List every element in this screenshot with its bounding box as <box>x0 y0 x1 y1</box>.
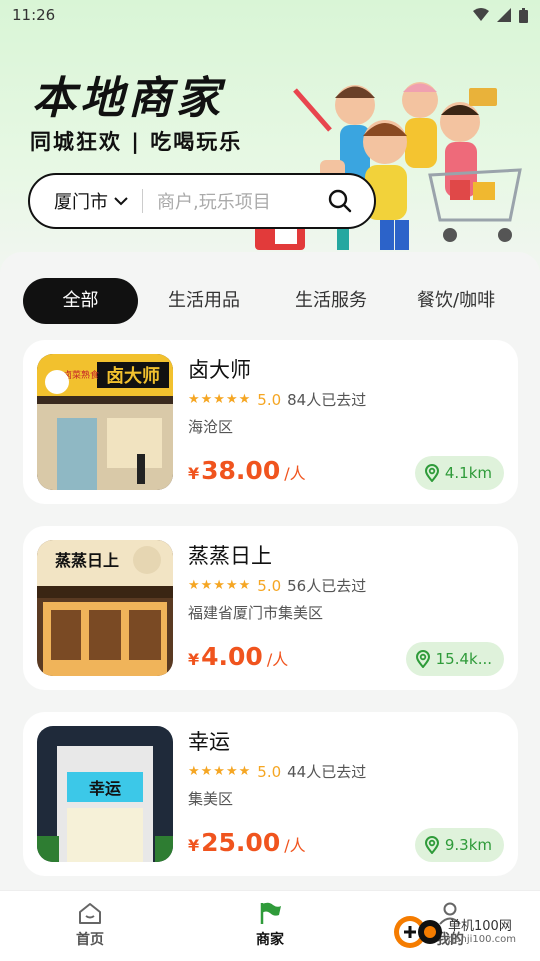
nav-home-label: 首页 <box>76 932 104 948</box>
chevron-down-icon <box>114 197 128 206</box>
rating-score: 5.0 <box>257 762 282 781</box>
home-icon <box>79 903 101 924</box>
watermark-logo-icon <box>394 916 442 948</box>
page-subtitle: 同城狂欢 | 吃喝玩乐 <box>30 130 243 154</box>
search-input[interactable]: 商户,玩乐项目 <box>157 188 328 214</box>
rating-row: ★★★★★ 5.0 56人已去过 <box>188 575 366 596</box>
merchant-price: ¥ 25.00 /人 <box>188 828 306 857</box>
nav-home[interactable]: 首页 <box>50 901 130 949</box>
battery-icon <box>519 7 528 23</box>
rating-row: ★★★★★ 5.0 84人已去过 <box>188 389 366 410</box>
tab-all[interactable]: 全部 <box>23 278 138 324</box>
page-title: 本地商家 <box>32 73 224 124</box>
location-pin-icon <box>424 464 439 482</box>
status-icons <box>473 7 528 23</box>
rating-row: ★★★★★ 5.0 44人已去过 <box>188 761 366 782</box>
star-rating-icon: ★★★★★ <box>188 392 252 407</box>
tab-life-services[interactable]: 生活服务 <box>295 278 367 324</box>
rating-score: 5.0 <box>257 390 282 409</box>
merchant-thumbnail: 卤大师 卤菜熟食 <box>37 354 173 490</box>
nav-merchants-label: 商家 <box>256 932 284 948</box>
merchant-thumbnail: 幸运 <box>37 726 173 862</box>
distance-text: 9.3km <box>444 836 492 854</box>
watermark-url: danji100.com <box>448 933 516 945</box>
tab-daily-goods[interactable]: 生活用品 <box>168 278 240 324</box>
visit-count: 56人已去过 <box>287 577 367 595</box>
price-amount: 4.00 <box>201 642 263 671</box>
star-rating-icon: ★★★★★ <box>188 764 252 779</box>
search-bar[interactable]: 厦门市 商户,玩乐项目 <box>28 173 376 229</box>
category-tabs: 全部 生活用品 生活服务 餐饮/咖啡 <box>0 278 540 326</box>
location-pin-icon <box>424 836 439 854</box>
merchant-name: 幸运 <box>188 730 230 754</box>
city-label: 厦门市 <box>54 192 108 213</box>
merchant-area: 海沧区 <box>188 418 234 436</box>
distance-badge[interactable]: 9.3km <box>414 828 504 862</box>
distance-text: 15.4k... <box>435 650 492 668</box>
tab-food-coffee[interactable]: 餐饮/咖啡 <box>417 278 495 324</box>
store-sign-text: 蒸蒸日上 <box>55 551 119 570</box>
status-time: 11:26 <box>12 6 56 24</box>
price-unit: /人 <box>284 836 306 855</box>
watermark: 单机100网 danji100.com <box>392 912 516 952</box>
wifi-icon <box>473 8 489 21</box>
store-sign-text: 卤大师 <box>106 365 160 387</box>
price-unit: /人 <box>284 464 306 483</box>
signal-icon <box>497 8 511 22</box>
search-icon[interactable] <box>328 189 352 213</box>
merchant-thumbnail: 蒸蒸日上 <box>37 540 173 676</box>
distance-badge[interactable]: 15.4k... <box>405 642 504 676</box>
visit-count: 44人已去过 <box>287 763 367 781</box>
merchant-price: ¥ 38.00 /人 <box>188 456 306 485</box>
nav-merchants[interactable]: 商家 <box>230 901 310 949</box>
price-currency: ¥ <box>188 464 200 483</box>
merchant-price: ¥ 4.00 /人 <box>188 642 288 671</box>
price-amount: 38.00 <box>201 456 281 485</box>
merchant-name: 蒸蒸日上 <box>188 544 272 568</box>
flag-icon <box>260 902 281 924</box>
merchant-card[interactable]: 蒸蒸日上 蒸蒸日上 ★★★★★ 5.0 56人已去过 福建省厦门市集美区 ¥ 4… <box>23 526 518 690</box>
location-pin-icon <box>415 650 430 668</box>
distance-text: 4.1km <box>444 464 492 482</box>
price-currency: ¥ <box>188 650 200 669</box>
merchant-area: 集美区 <box>188 790 234 808</box>
city-selector[interactable]: 厦门市 <box>54 188 128 214</box>
watermark-text: 单机100网 <box>448 918 512 934</box>
rating-score: 5.0 <box>257 576 282 595</box>
search-divider <box>142 189 143 213</box>
star-rating-icon: ★★★★★ <box>188 578 252 593</box>
status-bar: 11:26 <box>0 0 540 30</box>
store-sign-text: 幸运 <box>89 779 121 798</box>
merchant-name: 卤大师 <box>188 358 251 382</box>
price-currency: ¥ <box>188 836 200 855</box>
price-amount: 25.00 <box>201 828 281 857</box>
distance-badge[interactable]: 4.1km <box>414 456 504 490</box>
price-unit: /人 <box>266 650 289 669</box>
merchant-card[interactable]: 卤大师 卤菜熟食 卤大师 ★★★★★ 5.0 84人已去过 海沧区 ¥ 38.0… <box>23 340 518 504</box>
visit-count: 84人已去过 <box>287 391 367 409</box>
merchant-area: 福建省厦门市集美区 <box>188 604 324 622</box>
merchant-card[interactable]: 幸运 幸运 ★★★★★ 5.0 44人已去过 集美区 ¥ 25.00 /人 9.… <box>23 712 518 876</box>
